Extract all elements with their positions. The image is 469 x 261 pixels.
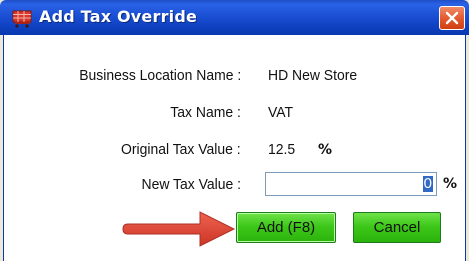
red-arrow-icon <box>122 211 236 247</box>
new-tax-percent-sign: % <box>443 176 458 192</box>
cancel-button[interactable]: Cancel <box>353 212 441 243</box>
business-location-value: HD New Store <box>268 67 358 84</box>
new-tax-value-selected-text: 0 <box>422 175 433 192</box>
new-tax-value-input[interactable]: 0 <box>265 172 437 196</box>
close-button[interactable] <box>439 6 465 30</box>
add-tax-override-dialog: Add Tax Override Business Location Name … <box>0 0 469 261</box>
original-tax-value-label: Original Tax Value : <box>121 141 241 158</box>
close-icon <box>445 11 459 25</box>
dialog-title: Add Tax Override <box>39 7 198 26</box>
tax-name-value: VAT <box>268 104 294 121</box>
new-tax-value-label: New Tax Value : <box>141 176 241 193</box>
original-tax-percent-sign: % <box>318 142 333 158</box>
original-tax-value: 12.5 <box>268 141 296 158</box>
shopping-cart-icon <box>12 8 32 28</box>
business-location-label: Business Location Name : <box>78 67 241 84</box>
tax-name-label: Tax Name : <box>170 104 241 121</box>
title-bar[interactable]: Add Tax Override <box>0 0 469 35</box>
add-button[interactable]: Add (F8) <box>236 212 336 243</box>
